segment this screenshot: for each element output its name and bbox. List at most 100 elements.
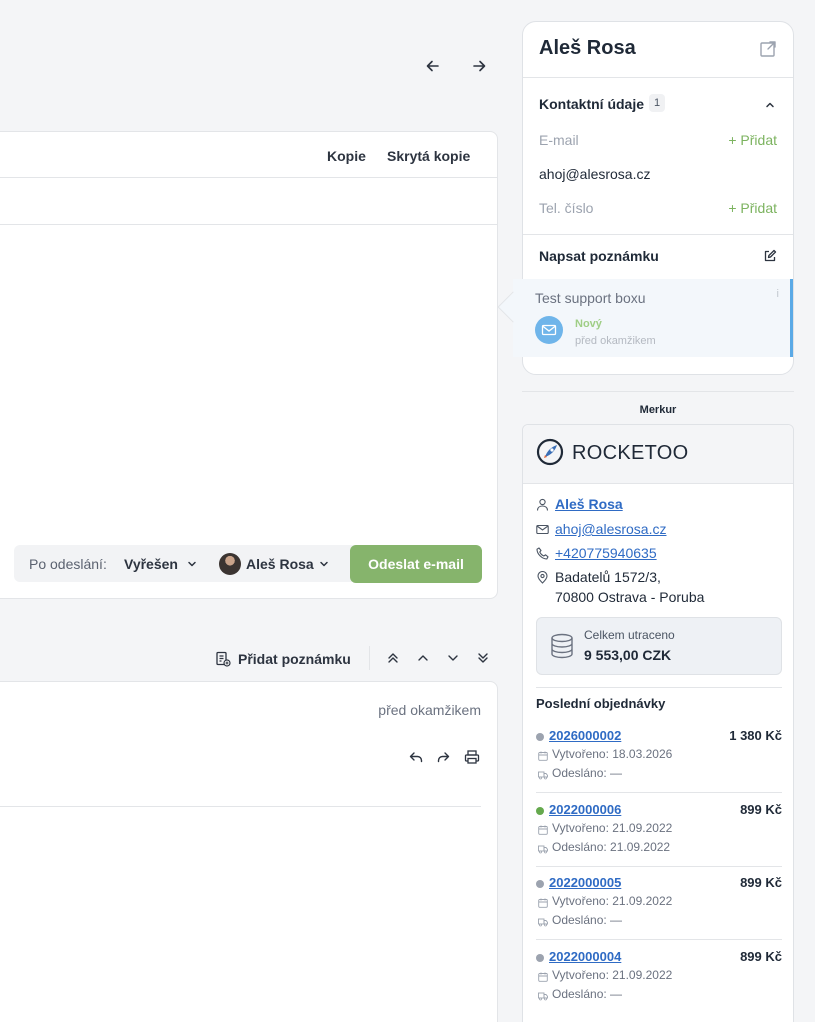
edit-note-icon[interactable]: [763, 249, 777, 263]
mail-icon: [535, 316, 563, 344]
contact-name: Aleš Rosa: [539, 37, 636, 59]
truck-icon: [538, 992, 548, 1001]
calendar-icon: [538, 751, 548, 761]
mail-icon: [536, 524, 549, 535]
recent-orders-title: Poslední objednávky: [536, 696, 666, 711]
ticket-pointer: [497, 291, 529, 323]
order-created-date: Vytvořeno: 21.09.2022: [552, 968, 673, 982]
phone-icon: [536, 547, 549, 560]
toolbar-divider: [369, 646, 370, 670]
add-note-label: Přidat poznámku: [238, 651, 351, 667]
contact-details-count-badge: 1: [649, 94, 665, 112]
send-email-button[interactable]: Odeslat e-mail: [350, 545, 482, 583]
divider: [536, 939, 782, 940]
after-send-label: Po odeslání:: [29, 556, 107, 572]
open-external-icon[interactable]: [759, 40, 777, 58]
scroll-up-icon[interactable]: [416, 651, 430, 665]
ticket-status: Nový: [575, 318, 602, 330]
order-created-date: Vytvořeno: 21.09.2022: [552, 821, 673, 835]
order-shipped-date: Odesláno: 21.09.2022: [552, 840, 671, 854]
order-created-date: Vytvořeno: 18.03.2026: [552, 747, 673, 761]
divider: [536, 866, 782, 867]
divider: [536, 792, 782, 793]
email-composer: Kopie Skrytá kopie Po odeslání: Vyřešen …: [0, 131, 498, 599]
order-item: 2022000004 899 Kč Vytvořeno: 21.09.2022 Ode…: [536, 949, 782, 1013]
total-spent-label: Celkem utraceno: [584, 628, 675, 642]
subject-row[interactable]: [0, 178, 497, 225]
add-email-button[interactable]: + Přidat: [728, 132, 777, 148]
previous-arrow-icon[interactable]: [423, 56, 443, 76]
bcc-toggle-button[interactable]: Skrytá kopie: [387, 148, 470, 164]
print-icon[interactable]: [464, 749, 480, 765]
message-card: před okamžikem: [0, 681, 498, 1022]
write-note-title: Napsat poznámku: [539, 248, 659, 264]
phone-label: Tel. číslo: [539, 200, 594, 216]
assignee-avatar: [219, 553, 241, 575]
order-status-dot: [536, 733, 544, 741]
user-icon: [536, 498, 549, 511]
merkur-section-label: Merkur: [639, 404, 677, 416]
message-divider: [0, 806, 481, 807]
chevron-up-icon[interactable]: [765, 100, 775, 110]
order-number-link[interactable]: 2022000004: [549, 949, 621, 964]
note-add-icon: [216, 651, 231, 667]
forward-icon[interactable]: [435, 749, 451, 765]
ticket-time: před okamžikem: [575, 335, 656, 347]
divider: [523, 77, 793, 78]
scroll-to-top-icon[interactable]: [386, 651, 400, 665]
chevron-down-icon[interactable]: [187, 559, 197, 569]
order-price: 899 Kč: [740, 802, 782, 817]
customer-phone-link[interactable]: +420775940635: [555, 545, 657, 561]
order-shipped-date: Odesláno: —: [552, 766, 623, 780]
order-number-link[interactable]: 2022000005: [549, 875, 621, 890]
calendar-icon: [538, 825, 548, 835]
truck-icon: [538, 845, 548, 854]
ticket-item[interactable]: Test support boxu i Nový před okamžikem: [497, 279, 793, 357]
merkur-panel: ROCKETOO Aleš Rosa ahoj@alesrosa.cz +420…: [522, 424, 794, 1022]
order-item: 2026000002 1 380 Kč Vytvořeno: 18.03.2026 O…: [536, 728, 782, 792]
reply-icon[interactable]: [408, 749, 424, 765]
truck-icon: [538, 918, 548, 927]
shop-logo-bar: ROCKETOO: [523, 425, 793, 484]
order-number-link[interactable]: 2022000006: [549, 802, 621, 817]
order-price: 899 Kč: [740, 875, 782, 890]
address-line-2: 70800 Ostrava - Poruba: [555, 589, 705, 605]
message-body-editor[interactable]: [0, 226, 497, 538]
divider: [523, 234, 793, 235]
message-time: před okamžikem: [378, 702, 481, 718]
location-pin-icon: [537, 571, 548, 584]
email-value[interactable]: ahoj@alesrosa.cz: [539, 166, 651, 182]
email-label: E-mail: [539, 132, 579, 148]
calendar-icon: [538, 898, 548, 908]
scroll-down-icon[interactable]: [446, 651, 460, 665]
address-line-1: Badatelů 1572/3,: [555, 569, 661, 585]
total-spent-value: 9 553,00 CZK: [584, 647, 672, 663]
assignee-name: Aleš Rosa: [246, 556, 314, 572]
divider: [522, 391, 794, 392]
add-phone-button[interactable]: + Přidat: [728, 200, 777, 216]
cc-toggle-button[interactable]: Kopie: [327, 148, 366, 164]
status-select[interactable]: Vyřešen: [124, 556, 178, 572]
truck-icon: [538, 771, 548, 780]
contact-details-title: Kontaktní údaje: [539, 96, 645, 112]
recipient-row[interactable]: Kopie Skrytá kopie: [0, 132, 497, 178]
order-status-dot: [536, 880, 544, 888]
shop-brand: ROCKETOO: [572, 442, 689, 464]
next-arrow-icon[interactable]: [469, 56, 489, 76]
total-spent-box: Celkem utraceno 9 553,00 CZK: [536, 617, 782, 675]
order-created-date: Vytvořeno: 21.09.2022: [552, 894, 673, 908]
customer-name-link[interactable]: Aleš Rosa: [555, 496, 623, 512]
order-item: 2022000006 899 Kč Vytvořeno: 21.09.2022 Ode…: [536, 802, 782, 866]
divider: [536, 687, 782, 688]
order-status-dot: [536, 807, 544, 815]
status-select-value: Vyřešen: [124, 556, 178, 572]
order-shipped-date: Odesláno: —: [552, 987, 623, 1001]
customer-email-link[interactable]: ahoj@alesrosa.cz: [555, 521, 667, 537]
scroll-to-bottom-icon[interactable]: [476, 651, 490, 665]
ticket-title: Test support boxu: [535, 290, 646, 306]
calendar-icon: [538, 972, 548, 982]
order-item: 2022000005 899 Kč Vytvořeno: 21.09.2022 Ode…: [536, 875, 782, 939]
database-icon: [551, 633, 573, 659]
order-number-link[interactable]: 2026000002: [549, 728, 621, 743]
info-icon[interactable]: i: [777, 288, 779, 300]
